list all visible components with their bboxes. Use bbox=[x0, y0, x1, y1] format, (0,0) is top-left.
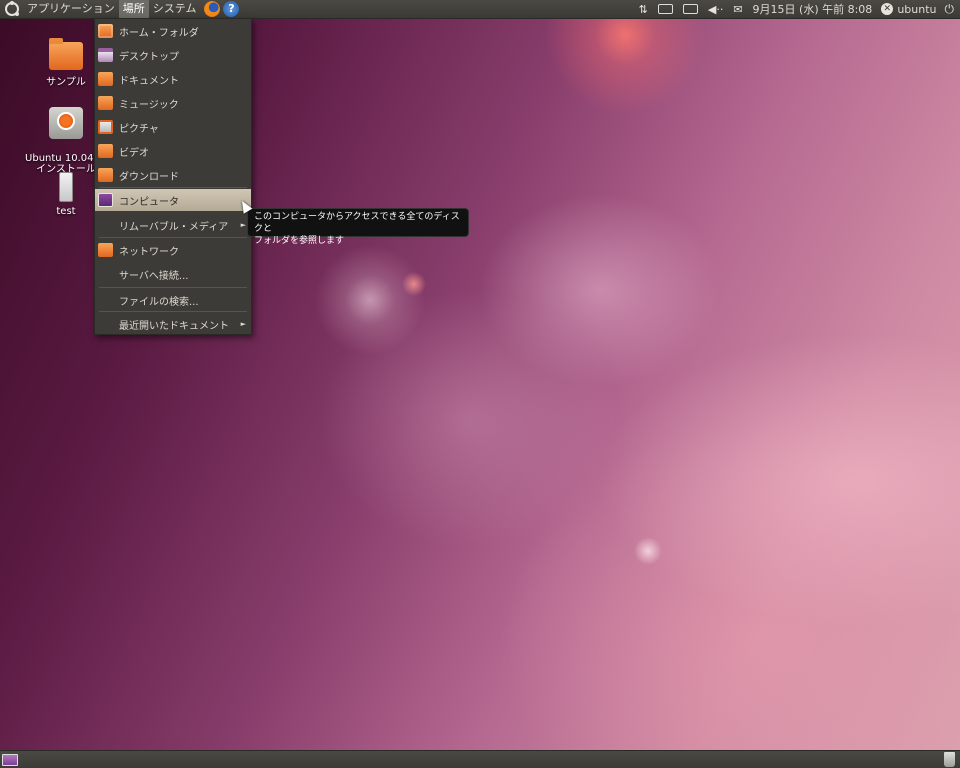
desktop-folder-icon bbox=[98, 48, 113, 62]
menu-separator bbox=[99, 287, 247, 288]
help-icon[interactable]: ? bbox=[223, 1, 240, 17]
submenu-arrow-icon: ► bbox=[240, 320, 246, 328]
firefox-icon[interactable] bbox=[204, 1, 221, 17]
menu-item-label: ビデオ bbox=[119, 147, 149, 159]
menu-system[interactable]: システム bbox=[149, 0, 201, 18]
tooltip-line-2: フォルダを参照します bbox=[254, 236, 345, 246]
home-folder-icon bbox=[98, 24, 113, 38]
trash-icon[interactable] bbox=[944, 752, 955, 767]
menu-item-label: デスクトップ bbox=[119, 51, 179, 63]
menu-item-label: ダウンロード bbox=[119, 171, 179, 183]
network-icon[interactable]: ⇅ bbox=[639, 3, 648, 16]
menu-item-label: コンピュータ bbox=[119, 196, 179, 208]
music-folder-icon bbox=[98, 96, 113, 110]
places-menu: ホーム・フォルダ デスクトップ ドキュメント ミュージック ピクチャ ビデオ ダ… bbox=[94, 18, 252, 335]
menu-item-search-files[interactable]: ファイルの検索... bbox=[95, 289, 251, 311]
tooltip: このコンピュータからアクセスできる全てのディスクと フォルダを参照します bbox=[247, 208, 469, 246]
tooltip-line-1: このコンピュータからアクセスできる全てのディスクと bbox=[254, 212, 460, 234]
menu-places[interactable]: 場所 bbox=[118, 0, 149, 18]
menu-item-pictures[interactable]: ピクチャ bbox=[95, 116, 251, 138]
videos-folder-icon bbox=[98, 144, 113, 158]
submenu-arrow-icon: ► bbox=[240, 221, 246, 229]
installer-icon bbox=[49, 107, 83, 139]
menu-item-label: ホーム・フォルダ bbox=[119, 27, 199, 39]
menu-item-recent-documents[interactable]: 最近開いたドキュメント ► bbox=[95, 313, 251, 335]
menu-item-label: ドキュメント bbox=[119, 75, 179, 87]
menu-item-videos[interactable]: ビデオ bbox=[95, 140, 251, 162]
menu-separator bbox=[99, 187, 247, 188]
menu-item-label: リムーバブル・メディア bbox=[119, 221, 229, 233]
menu-item-music[interactable]: ミュージック bbox=[95, 92, 251, 114]
network-icon bbox=[98, 243, 113, 257]
ubuntu-logo-icon[interactable] bbox=[5, 1, 19, 16]
power-icon[interactable]: ⏻ bbox=[945, 2, 955, 17]
menu-item-label: ミュージック bbox=[119, 99, 179, 111]
menu-item-removable-media[interactable]: リムーバブル・メディア ► bbox=[95, 214, 251, 236]
menu-item-label: 最近開いたドキュメント bbox=[119, 320, 229, 332]
computer-icon bbox=[98, 193, 113, 207]
mail-icon[interactable]: ✉ bbox=[733, 3, 742, 16]
menu-item-computer[interactable]: コンピュータ bbox=[95, 189, 251, 211]
user-status-icon[interactable]: ✕ bbox=[881, 3, 894, 15]
folder-icon bbox=[49, 38, 83, 70]
bottom-panel bbox=[0, 750, 960, 768]
menu-item-label: ピクチャ bbox=[119, 123, 159, 135]
menu-item-label: ファイルの検索... bbox=[119, 296, 199, 308]
menu-item-downloads[interactable]: ダウンロード bbox=[95, 164, 251, 186]
menu-item-connect-server[interactable]: サーバへ接続... bbox=[95, 263, 251, 285]
menu-separator bbox=[99, 311, 247, 312]
usb-drive-icon bbox=[59, 172, 73, 202]
volume-icon[interactable]: ◀·· bbox=[708, 3, 723, 16]
battery-icon[interactable] bbox=[682, 4, 698, 14]
pictures-folder-icon bbox=[98, 120, 113, 134]
menu-item-label: サーバへ接続... bbox=[119, 270, 189, 282]
clock[interactable]: 9月15日 (水) 午前 8:08 bbox=[753, 1, 873, 17]
keyboard-icon[interactable] bbox=[657, 4, 673, 14]
menu-item-network[interactable]: ネットワーク bbox=[95, 239, 251, 261]
user-name[interactable]: ubuntu bbox=[897, 3, 936, 16]
top-panel: アプリケーション 場所 システム ? ⇅ ◀·· ✉ 9月15日 (水) 午前 … bbox=[0, 0, 960, 19]
menu-applications[interactable]: アプリケーション bbox=[23, 0, 119, 18]
menu-item-documents[interactable]: ドキュメント bbox=[95, 68, 251, 90]
menu-item-desktop[interactable]: デスクトップ bbox=[95, 44, 251, 66]
menu-item-label: ネットワーク bbox=[119, 246, 179, 258]
documents-folder-icon bbox=[98, 72, 113, 86]
show-desktop-icon[interactable] bbox=[2, 754, 18, 766]
downloads-folder-icon bbox=[98, 168, 113, 182]
menu-separator bbox=[99, 237, 247, 238]
menu-item-home-folder[interactable]: ホーム・フォルダ bbox=[95, 20, 251, 42]
